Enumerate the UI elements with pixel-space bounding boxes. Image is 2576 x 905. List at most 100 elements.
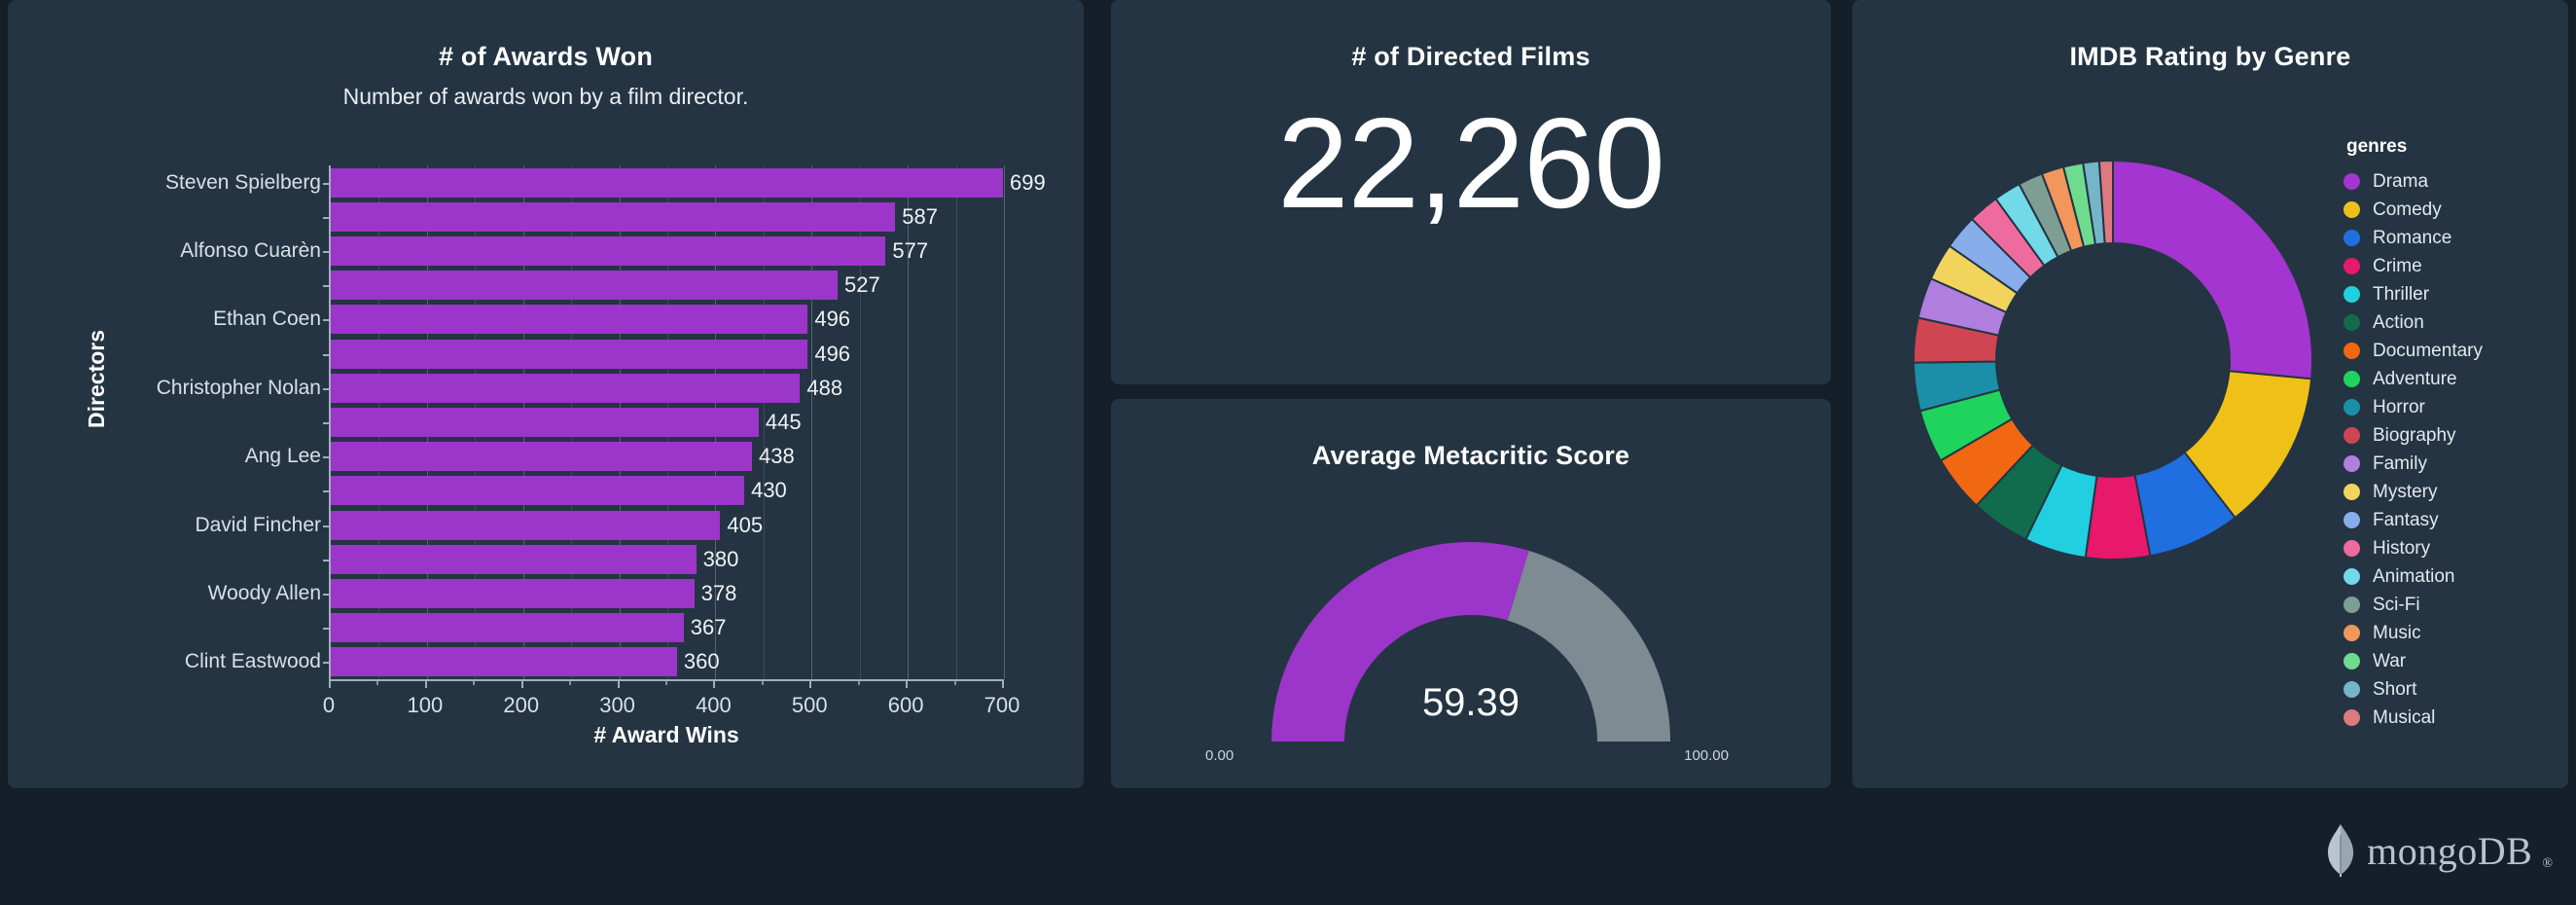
legend-item[interactable]: Thriller — [2343, 280, 2558, 308]
legend-item[interactable]: Mystery — [2343, 478, 2558, 506]
bar-value-label: 380 — [697, 547, 739, 572]
bar[interactable] — [331, 408, 759, 437]
bar-row[interactable]: 587 — [331, 202, 1004, 232]
legend-item[interactable]: Family — [2343, 450, 2558, 478]
legend-item-label: Crime — [2373, 256, 2422, 277]
bar[interactable] — [331, 168, 1003, 198]
bar[interactable] — [331, 202, 895, 232]
x-axis-title: # Award Wins — [329, 722, 1004, 748]
bar[interactable] — [331, 271, 838, 300]
legend-color-swatch-icon — [2343, 201, 2360, 218]
legend-item-label: Musical — [2373, 707, 2435, 729]
bar-row[interactable]: 445 — [331, 408, 1004, 437]
x-axis-tick — [906, 679, 908, 688]
bar[interactable] — [331, 340, 807, 369]
y-axis-tick — [323, 422, 331, 424]
y-axis-tick — [323, 525, 331, 527]
bar[interactable] — [331, 613, 684, 642]
panel-directed-films: # of Directed Films 22,260 — [1111, 0, 1831, 384]
bar-row[interactable]: 360 — [331, 647, 1004, 676]
x-axis-tick-label: 200 — [503, 693, 539, 718]
x-axis-tick — [1002, 679, 1004, 688]
legend-item[interactable]: Documentary — [2343, 337, 2558, 365]
bar-row[interactable]: 380 — [331, 545, 1004, 574]
x-axis-tick — [473, 679, 475, 685]
bar[interactable] — [331, 236, 885, 266]
legend-item-label: Action — [2373, 312, 2424, 334]
panel-awards-won: # of Awards Won Number of awards won by … — [8, 0, 1084, 788]
legend-item[interactable]: War — [2343, 647, 2558, 675]
legend-color-swatch-icon — [2343, 314, 2360, 331]
legend-item[interactable]: History — [2343, 534, 2558, 562]
y-axis-tick-label: Ang Lee — [245, 445, 321, 468]
donut-slice[interactable] — [2113, 161, 2312, 379]
bar[interactable] — [331, 511, 720, 540]
bar-row[interactable]: 378 — [331, 579, 1004, 608]
grid-line — [1004, 165, 1005, 679]
x-axis-tick — [521, 679, 523, 688]
legend-color-swatch-icon — [2343, 230, 2360, 246]
panel-awards-title: # of Awards Won — [8, 0, 1084, 72]
bar-value-label: 445 — [759, 410, 802, 435]
legend-item-label: Animation — [2373, 566, 2455, 588]
bar-row[interactable]: 496 — [331, 305, 1004, 334]
legend-item[interactable]: Romance — [2343, 224, 2558, 252]
legend-item[interactable]: Action — [2343, 308, 2558, 337]
bar-row[interactable]: 496 — [331, 340, 1004, 369]
legend-item[interactable]: Fantasy — [2343, 506, 2558, 534]
legend-item[interactable]: Animation — [2343, 562, 2558, 591]
legend-item-label: History — [2373, 538, 2430, 560]
bar[interactable] — [331, 476, 744, 505]
legend-item[interactable]: Musical — [2343, 704, 2558, 732]
legend-color-swatch-icon — [2343, 286, 2360, 303]
legend-item-label: Short — [2373, 679, 2416, 701]
legend-title: genres — [2346, 136, 2558, 158]
x-axis-tick — [376, 679, 378, 685]
bar-row[interactable]: 405 — [331, 511, 1004, 540]
legend-item[interactable]: Biography — [2343, 421, 2558, 450]
bar-value-label: 488 — [800, 376, 842, 401]
legend-item[interactable]: Music — [2343, 619, 2558, 647]
panel-genre-title: IMDB Rating by Genre — [1852, 0, 2568, 72]
legend-color-swatch-icon — [2343, 568, 2360, 585]
bar-row[interactable]: 577 — [331, 236, 1004, 266]
bar-row[interactable]: 438 — [331, 442, 1004, 471]
directed-films-value: 22,260 — [1111, 90, 1831, 236]
panel-metacritic-gauge: Average Metacritic Score 59.39 0.00 100.… — [1111, 399, 1831, 788]
legend-item[interactable]: Crime — [2343, 252, 2558, 280]
y-axis-tick — [323, 319, 331, 321]
legend-item[interactable]: Adventure — [2343, 365, 2558, 393]
legend-item[interactable]: Comedy — [2343, 196, 2558, 224]
legend-color-swatch-icon — [2343, 512, 2360, 528]
legend-item[interactable]: Sci-Fi — [2343, 591, 2558, 619]
mongodb-wordmark: mongoDB — [2367, 828, 2532, 874]
legend-item[interactable]: Short — [2343, 675, 2558, 704]
bar-value-label: 430 — [744, 478, 787, 503]
y-axis-tick — [323, 594, 331, 596]
legend-item[interactable]: Drama — [2343, 167, 2558, 196]
x-axis-tick — [954, 679, 956, 685]
legend-item[interactable]: Horror — [2343, 393, 2558, 421]
x-axis-tick — [762, 679, 764, 685]
bar-value-label: 496 — [807, 307, 850, 332]
legend-item-label: Fantasy — [2373, 510, 2439, 531]
bar[interactable] — [331, 305, 807, 334]
bar-chart: Directors 699Steven Spielberg587577Alfon… — [8, 146, 1084, 769]
bar-row[interactable]: 430 — [331, 476, 1004, 505]
y-axis-tick — [323, 560, 331, 561]
legend-item-label: Documentary — [2373, 341, 2483, 362]
gauge-arc-svg — [1184, 535, 1758, 759]
legend-color-swatch-icon — [2343, 427, 2360, 444]
bar-value-label: 405 — [720, 513, 763, 538]
bar[interactable] — [331, 647, 677, 676]
bar-row[interactable]: 699 — [331, 168, 1004, 198]
x-axis-tick-label: 600 — [888, 693, 924, 718]
bar[interactable] — [331, 579, 695, 608]
legend-color-swatch-icon — [2343, 399, 2360, 416]
bar[interactable] — [331, 442, 752, 471]
bar-row[interactable]: 488 — [331, 374, 1004, 403]
bar[interactable] — [331, 545, 697, 574]
bar-row[interactable]: 527 — [331, 271, 1004, 300]
bar-row[interactable]: 367 — [331, 613, 1004, 642]
bar[interactable] — [331, 374, 800, 403]
